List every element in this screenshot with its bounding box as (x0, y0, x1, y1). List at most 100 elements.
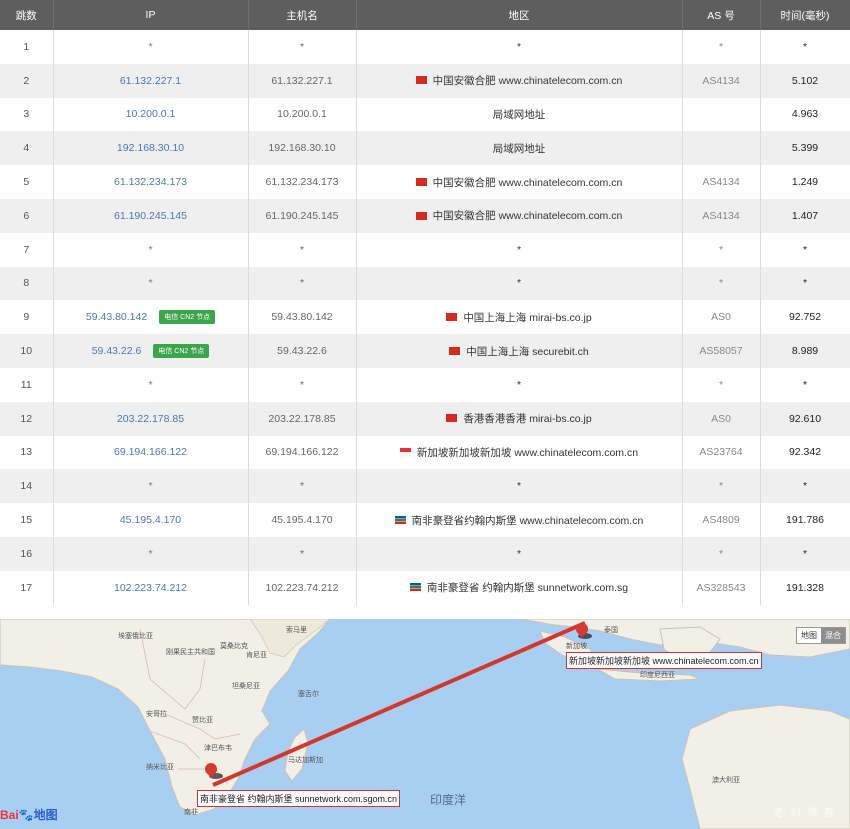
region-cell: 香港香港香港 mirai-bs.co.jp (356, 401, 683, 436)
ip-placeholder: * (148, 480, 153, 493)
as-number-cell: AS4809 (682, 503, 761, 537)
ip-cell[interactable]: 203.22.178.85 (53, 401, 249, 436)
region-cell: * (356, 469, 683, 504)
hop-cell: 5 (0, 165, 54, 199)
region-text: 南非豪登省约翰内斯堡 www.chinatelecom.com.cn (411, 514, 644, 527)
ip-placeholder: * (148, 378, 153, 391)
region-cell: 中国上海上海 securebit.ch (356, 334, 683, 368)
map-label-kenya: 肯尼亚 (246, 652, 267, 659)
region-text: 局域网地址 (492, 142, 546, 155)
header-hostname: 主机名 (248, 0, 357, 30)
region-cell: 中国安徽合肥 www.chinatelecom.com.cn (356, 198, 683, 233)
ip-link[interactable]: 61.132.227.1 (120, 75, 181, 87)
flag-za-icon (409, 583, 421, 592)
ip-placeholder: * (148, 40, 153, 53)
map-type-map-button[interactable]: 地图 (797, 628, 821, 643)
table-row: 12 203.22.178.85 203.22.178.85 香港香港香港 mirai… (0, 401, 850, 436)
region-cell: 南非豪登省 约翰内斯堡 sunnetwork.com.sg (356, 570, 683, 605)
hostname-cell: 61.132.234.173 (248, 165, 357, 199)
ip-link[interactable]: 102.223.74.212 (114, 582, 187, 594)
ip-cell[interactable]: 61.132.234.173 (53, 165, 249, 199)
region-cell: * (356, 232, 683, 267)
latency-cell: * (760, 469, 850, 504)
ip-link[interactable]: 61.190.245.145 (114, 210, 187, 222)
traceroute-table: 跳数 IP 主机名 地区 AS 号 时间(毫秒) 1 * * * * * 2 61.132.2… (0, 0, 850, 605)
map-type-toggle[interactable]: 地图 混合 (796, 627, 846, 644)
ip-cell[interactable]: 192.168.30.10 (53, 131, 249, 166)
hop-cell: 3 (0, 97, 54, 132)
ip-cell[interactable]: 102.223.74.212 (53, 570, 249, 605)
table-row: 17 102.223.74.212 102.223.74.212 南非豪登省 约翰内斯… (0, 570, 850, 605)
hostname-cell: 61.190.245.145 (248, 198, 357, 233)
ip-link[interactable]: 45.195.4.170 (120, 514, 181, 526)
ip-cell[interactable]: 59.43.80.142 电信 CN2 节点 (53, 300, 249, 335)
region-text: * (516, 480, 522, 493)
header-region: 地区 (356, 0, 683, 30)
region-cell: 局域网地址 (356, 97, 683, 132)
ip-placeholder: * (148, 243, 153, 256)
region-text: 中国上海上海 securebit.ch (466, 345, 589, 358)
baidu-map-logo[interactable]: Bai🐾地图 (0, 806, 58, 823)
flag-za-icon (394, 515, 406, 524)
ip-link[interactable]: 203.22.178.85 (117, 413, 184, 425)
ip-cell[interactable]: 59.43.22.6 电信 CN2 节点 (53, 334, 249, 368)
flag-sg-icon (399, 448, 411, 457)
region-cell: 中国安徽合肥 www.chinatelecom.com.cn (356, 63, 683, 98)
ip-cell[interactable]: 61.132.227.1 (53, 63, 249, 98)
hostname-cell: 59.43.22.6 (248, 334, 357, 368)
table-row: 1 * * * * * (0, 30, 850, 64)
ip-link[interactable]: 59.43.22.6 (92, 345, 142, 357)
table-row: 5 61.132.234.173 61.132.234.173 中国安徽合肥 www.… (0, 165, 850, 199)
region-cell: 中国上海上海 mirai-bs.co.jp (356, 300, 683, 335)
hop-cell: 17 (0, 570, 54, 605)
hop-cell: 6 (0, 198, 54, 233)
region-text: * (516, 547, 522, 560)
as-number-cell (682, 97, 761, 132)
latency-cell: 92.752 (760, 300, 850, 335)
map-label-south-africa: 南非 (184, 809, 198, 816)
ip-link[interactable]: 59.43.80.142 (86, 311, 147, 323)
header-ip: IP (53, 0, 249, 30)
region-text: 香港香港香港 mirai-bs.co.jp (463, 413, 592, 426)
hostname-cell: 102.223.74.212 (248, 570, 357, 605)
ip-link[interactable]: 61.132.234.173 (114, 176, 187, 188)
hop-cell: 16 (0, 536, 54, 571)
flag-cn-icon (446, 312, 458, 321)
ip-link[interactable]: 69.194.166.122 (114, 446, 187, 458)
region-text: 中国安徽合肥 www.chinatelecom.com.cn (432, 75, 623, 88)
region-cell: * (356, 536, 683, 571)
flag-cn-icon (449, 346, 461, 355)
map-label-madagascar: 马达加斯加 (288, 757, 323, 764)
route-map[interactable]: 埃塞俄比亚 索马里 刚果民主共和国 肯尼亚 坦桑尼亚 塞舌尔 安哥拉 赞比亚 津… (0, 619, 850, 829)
as-number-cell: * (682, 469, 761, 504)
hop-cell: 13 (0, 435, 54, 470)
ip-cell[interactable]: 61.190.245.145 (53, 198, 249, 233)
cn2-badge: 电信 CN2 节点 (159, 310, 216, 325)
ip-cell[interactable]: 45.195.4.170 (53, 503, 249, 537)
latency-cell: * (760, 266, 850, 301)
table-row: 16 * * * * * (0, 536, 850, 571)
region-text: 中国安徽合肥 www.chinatelecom.com.cn (432, 210, 623, 223)
region-text: * (516, 277, 522, 290)
ip-link[interactable]: 10.200.0.1 (126, 108, 176, 120)
region-cell: * (356, 367, 683, 402)
region-cell: * (356, 30, 683, 64)
map-label-seychelles: 塞舌尔 (298, 691, 319, 698)
region-cell: * (356, 266, 683, 301)
table-row: 7 * * * * * (0, 232, 850, 267)
region-text: 局域网地址 (492, 108, 546, 121)
region-cell: 南非豪登省约翰内斯堡 www.chinatelecom.com.cn (356, 503, 683, 537)
ip-link[interactable]: 192.168.30.10 (117, 142, 184, 154)
table-row: 15 45.195.4.170 45.195.4.170 南非豪登省约翰内斯堡 www… (0, 503, 850, 537)
latency-cell: 92.610 (760, 401, 850, 436)
hostname-cell: 69.194.166.122 (248, 435, 357, 470)
ip-cell[interactable]: 69.194.166.122 (53, 435, 249, 470)
header-hop: 跳数 (0, 0, 54, 30)
cn2-badge: 电信 CN2 节点 (153, 344, 210, 359)
table-row: 3 10.200.0.1 10.200.0.1 局域网地址 4.963 (0, 97, 850, 132)
map-type-hybrid-button[interactable]: 混合 (821, 628, 845, 643)
region-text: * (516, 40, 522, 53)
hostname-cell: * (248, 266, 357, 301)
as-number-cell: AS4134 (682, 63, 761, 98)
ip-cell[interactable]: 10.200.0.1 (53, 97, 249, 132)
